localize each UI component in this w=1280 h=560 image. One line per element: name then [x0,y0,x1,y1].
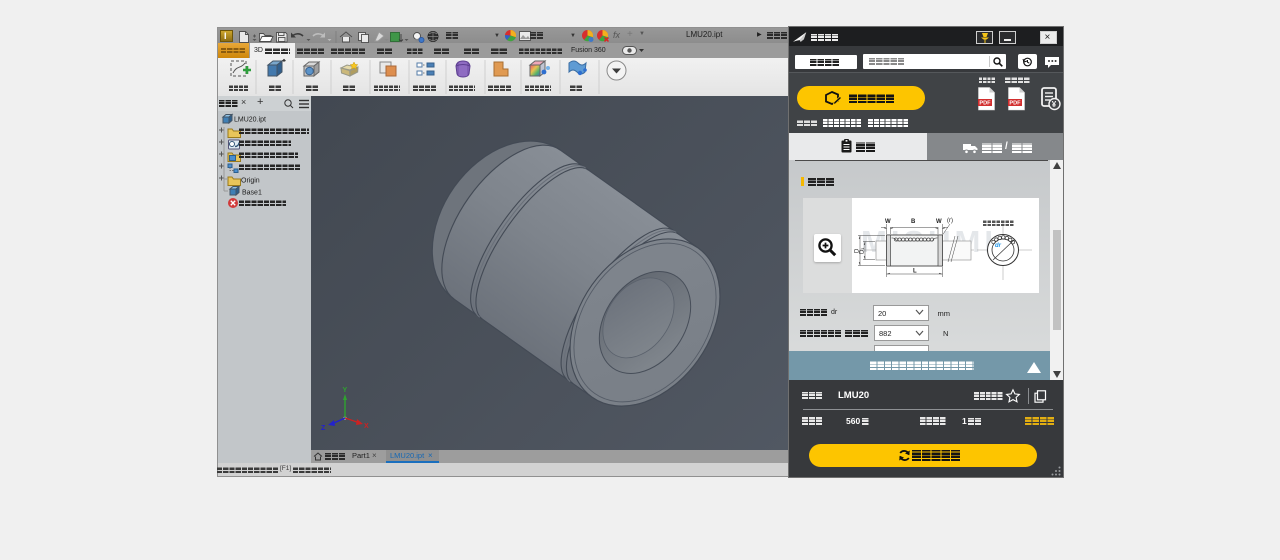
svg-text:B: B [911,219,916,225]
svg-text:(r): (r) [947,218,953,224]
svg-text:Origin: Origin [241,178,260,185]
svg-text:W: W [885,219,891,225]
svg-text:L: L [913,269,917,275]
svg-text:PDF: PDF [979,100,991,106]
svg-text:D₁: D₁ [860,248,866,254]
svg-text:PDF: PDF [1009,100,1021,106]
svg-text:Z: Z [321,425,326,432]
svg-text:Base1: Base1 [242,190,262,197]
svg-text:X: X [364,423,369,430]
svg-text:dr: dr [995,243,1002,249]
svg-text:Y: Y [343,387,348,394]
svg-text:LMU20.ipt: LMU20.ipt [234,117,266,124]
svg-text:W: W [936,219,942,225]
svg-text:¥: ¥ [1052,100,1057,109]
